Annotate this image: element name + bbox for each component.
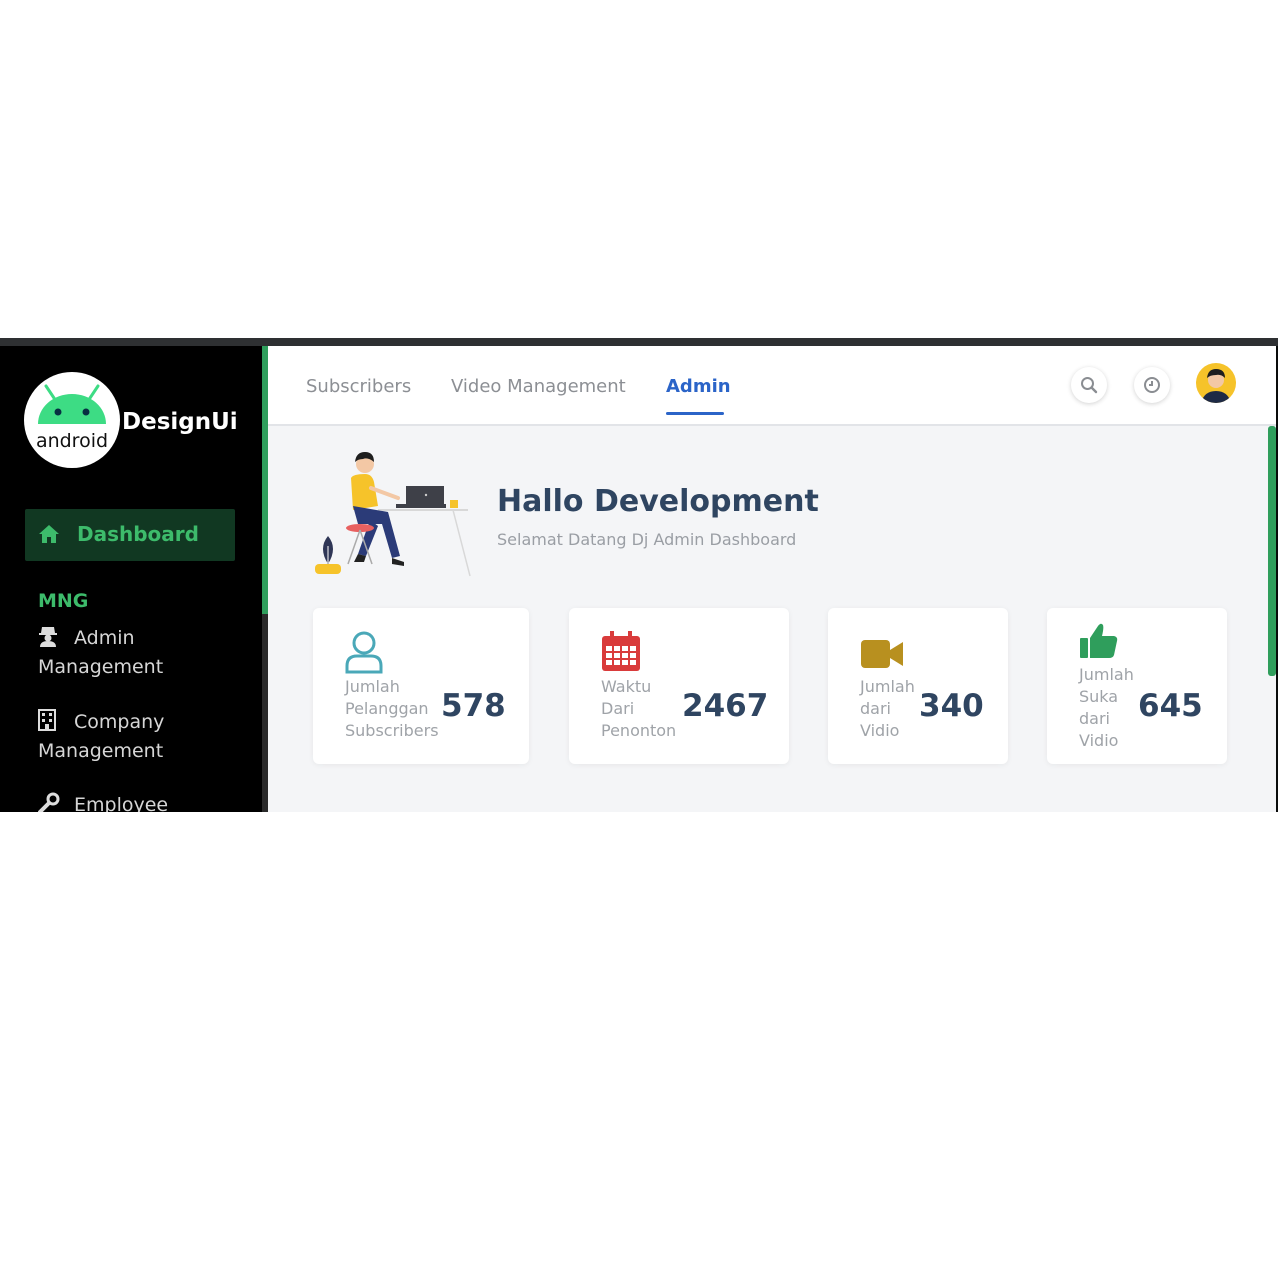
sidebar-item-label: Management <box>38 740 164 762</box>
android-head-icon <box>38 384 106 424</box>
stat-label: Waktu Dari Penonton <box>601 676 676 742</box>
sidebar: android DesignUi Dashboard MNG Admin Man… <box>0 346 262 812</box>
sidebar-item-label: Dashboard <box>77 522 199 546</box>
video-camera-icon <box>861 640 903 668</box>
stat-value: 578 <box>441 688 506 724</box>
stat-label-line: Vidio <box>860 721 900 740</box>
sidebar-item-admin-management[interactable]: Admin Management <box>38 625 253 680</box>
stat-label-line: Suka <box>1079 687 1119 706</box>
stat-card-subscribers: Jumlah Pelanggan Subscribers 578 <box>313 608 529 764</box>
top-header: Subscribers Video Management Admin <box>268 346 1276 426</box>
stat-label: Jumlah Pelanggan Subscribers <box>345 676 439 742</box>
search-icon <box>1081 377 1098 394</box>
search-button[interactable] <box>1071 367 1107 403</box>
stat-label-line: Penonton <box>601 721 677 740</box>
page-subtitle: Selamat Datang Dj Admin Dashboard <box>497 530 797 549</box>
stat-label-line: Dari <box>601 699 635 718</box>
stat-card-video-count: Jumlah dari Vidio 340 <box>828 608 1008 764</box>
sidebar-item-label: Admin <box>74 627 135 649</box>
sidebar-item-label: Management <box>38 656 164 678</box>
sidebar-item-dashboard[interactable]: Dashboard <box>25 509 235 561</box>
avatar[interactable] <box>1196 363 1236 403</box>
main-scrollbar[interactable] <box>1268 426 1276 676</box>
stat-label-line: Jumlah <box>1079 665 1134 684</box>
stat-label-line: Subscribers <box>345 721 439 740</box>
app-window: android DesignUi Dashboard MNG Admin Man… <box>0 338 1278 812</box>
page-title: Hallo Development <box>497 484 819 519</box>
sidebar-item-company-management[interactable]: Company Management <box>38 709 253 764</box>
building-icon <box>38 709 64 738</box>
stat-label-line: Pelanggan <box>345 699 429 718</box>
stat-label-line: Waktu <box>601 677 652 696</box>
sidebar-item-label: Company <box>74 711 165 733</box>
stat-label-line: dari <box>1079 709 1110 728</box>
main-content: Subscribers Video Management Admin Hallo… <box>268 346 1276 812</box>
sidebar-section-title: MNG <box>38 590 89 612</box>
tab-admin[interactable]: Admin <box>666 376 731 397</box>
sidebar-item-label: Employee <box>74 794 169 812</box>
user-outline-icon <box>345 631 383 674</box>
clock-icon <box>1144 377 1160 393</box>
stat-label-line: Jumlah <box>345 677 400 696</box>
window-top-strip <box>0 338 1278 346</box>
stat-label-line: Jumlah <box>860 677 915 696</box>
stat-value: 2467 <box>682 688 769 724</box>
stat-value: 645 <box>1138 688 1203 724</box>
wrench-icon <box>38 792 64 812</box>
home-icon <box>38 524 60 549</box>
stat-label-line: dari <box>860 699 891 718</box>
stat-label: Jumlah Suka dari Vidio <box>1079 664 1134 752</box>
history-button[interactable] <box>1134 367 1170 403</box>
thumbs-up-icon <box>1080 623 1118 658</box>
tab-video-management[interactable]: Video Management <box>451 376 626 397</box>
sidebar-item-employee[interactable]: Employee <box>38 792 253 812</box>
stat-value: 340 <box>919 688 984 724</box>
brand-name: DesignUi <box>122 409 238 435</box>
logo-text: android <box>35 430 109 452</box>
stat-card-watch-time: Waktu Dari Penonton 2467 <box>569 608 789 764</box>
stat-label: Jumlah dari Vidio <box>860 676 915 742</box>
stat-label-line: Vidio <box>1079 731 1119 750</box>
stat-card-likes: Jumlah Suka dari Vidio 645 <box>1047 608 1227 764</box>
tab-subscribers[interactable]: Subscribers <box>306 376 411 397</box>
user-secret-icon <box>38 625 64 654</box>
active-tab-indicator <box>666 412 724 415</box>
android-logo[interactable]: android <box>24 372 120 468</box>
calendar-icon <box>602 631 640 671</box>
developer-illustration <box>315 452 471 577</box>
